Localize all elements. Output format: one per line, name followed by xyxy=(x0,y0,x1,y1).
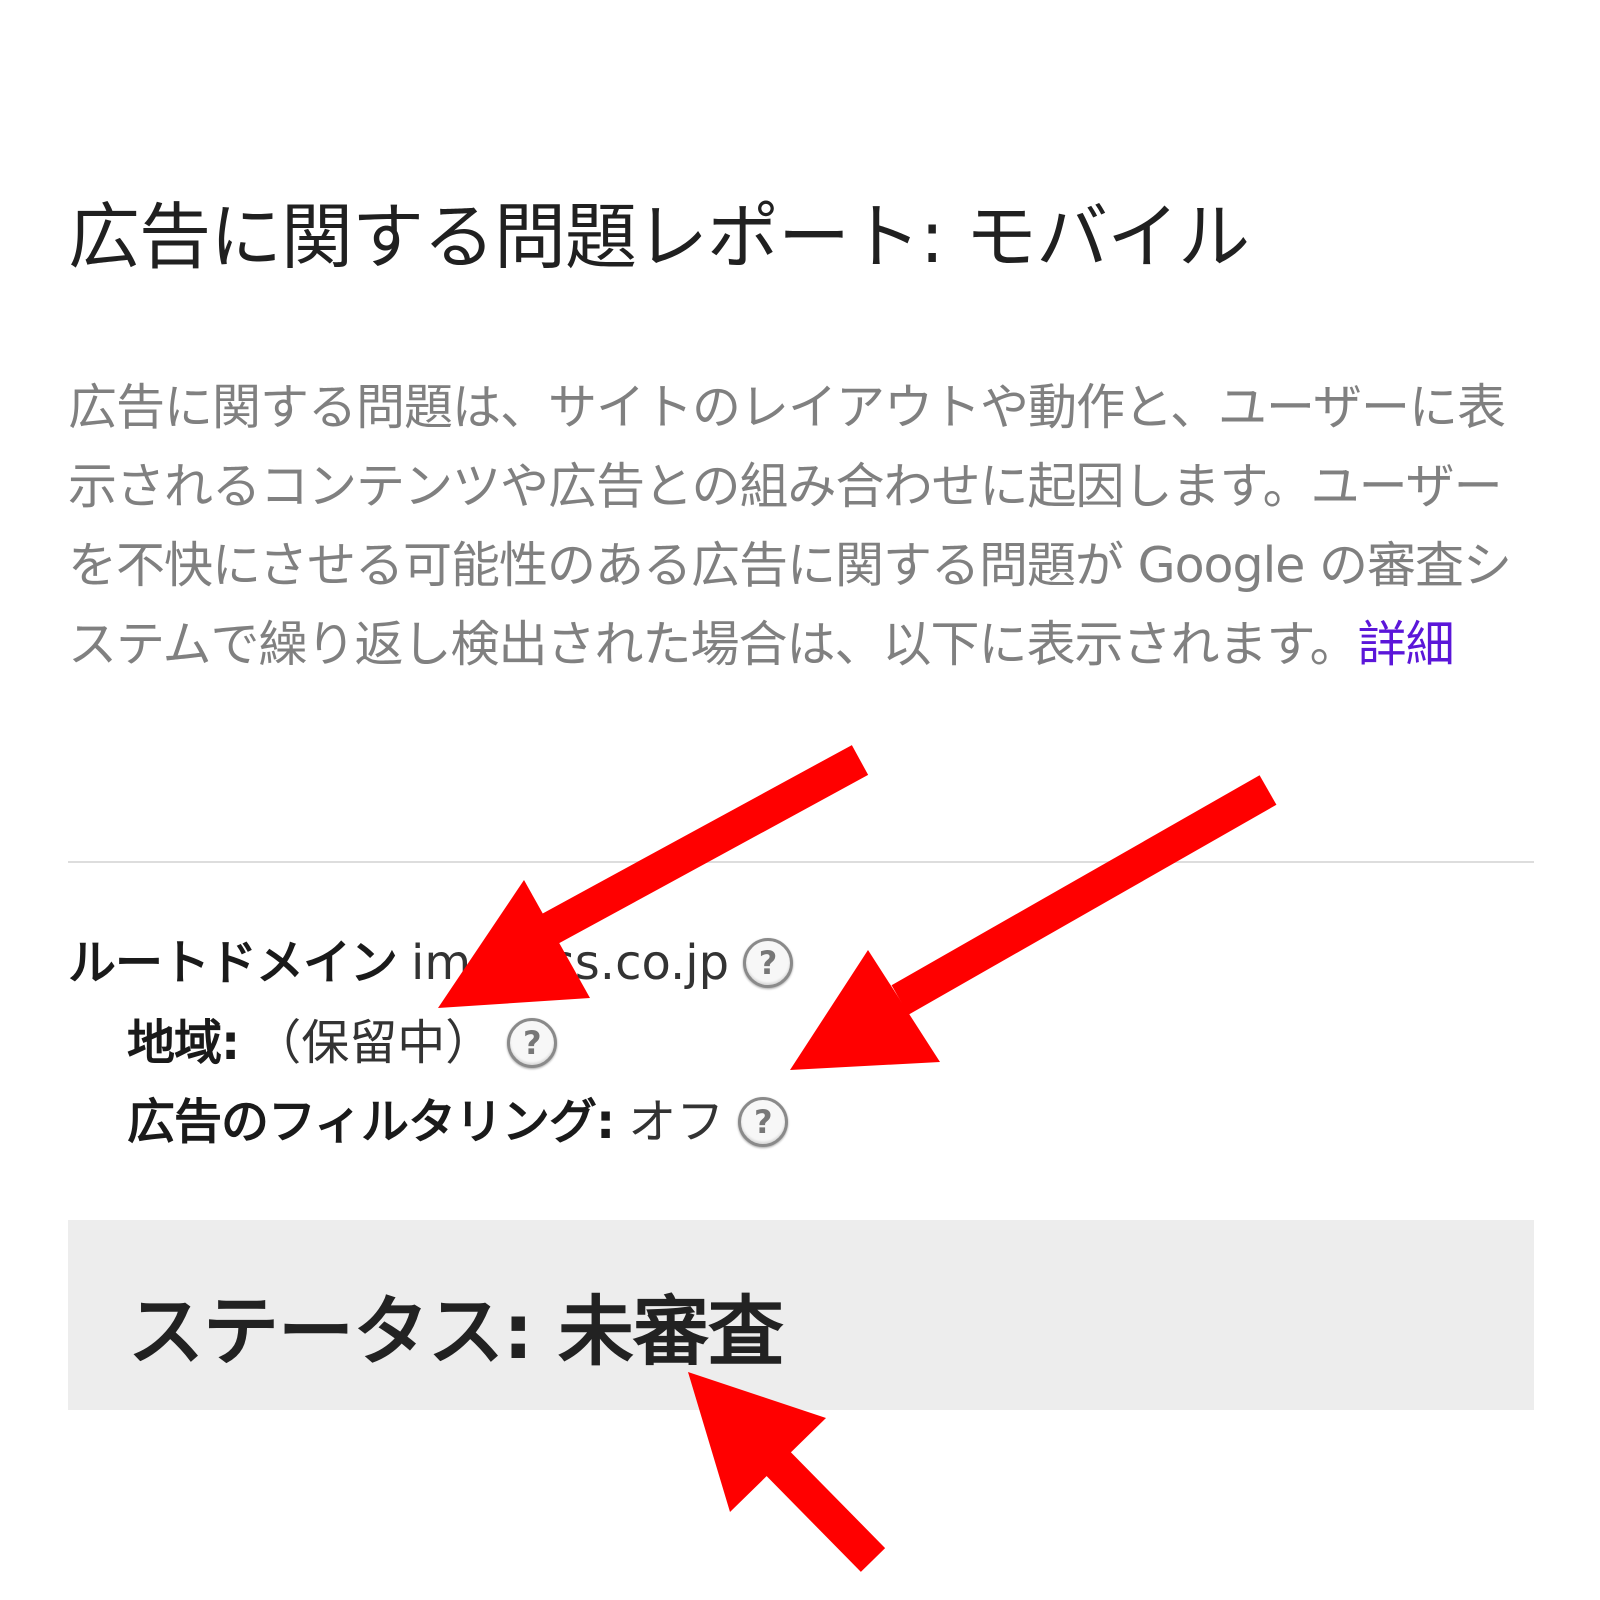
annotation-arrow-icon xyxy=(438,745,1277,1572)
